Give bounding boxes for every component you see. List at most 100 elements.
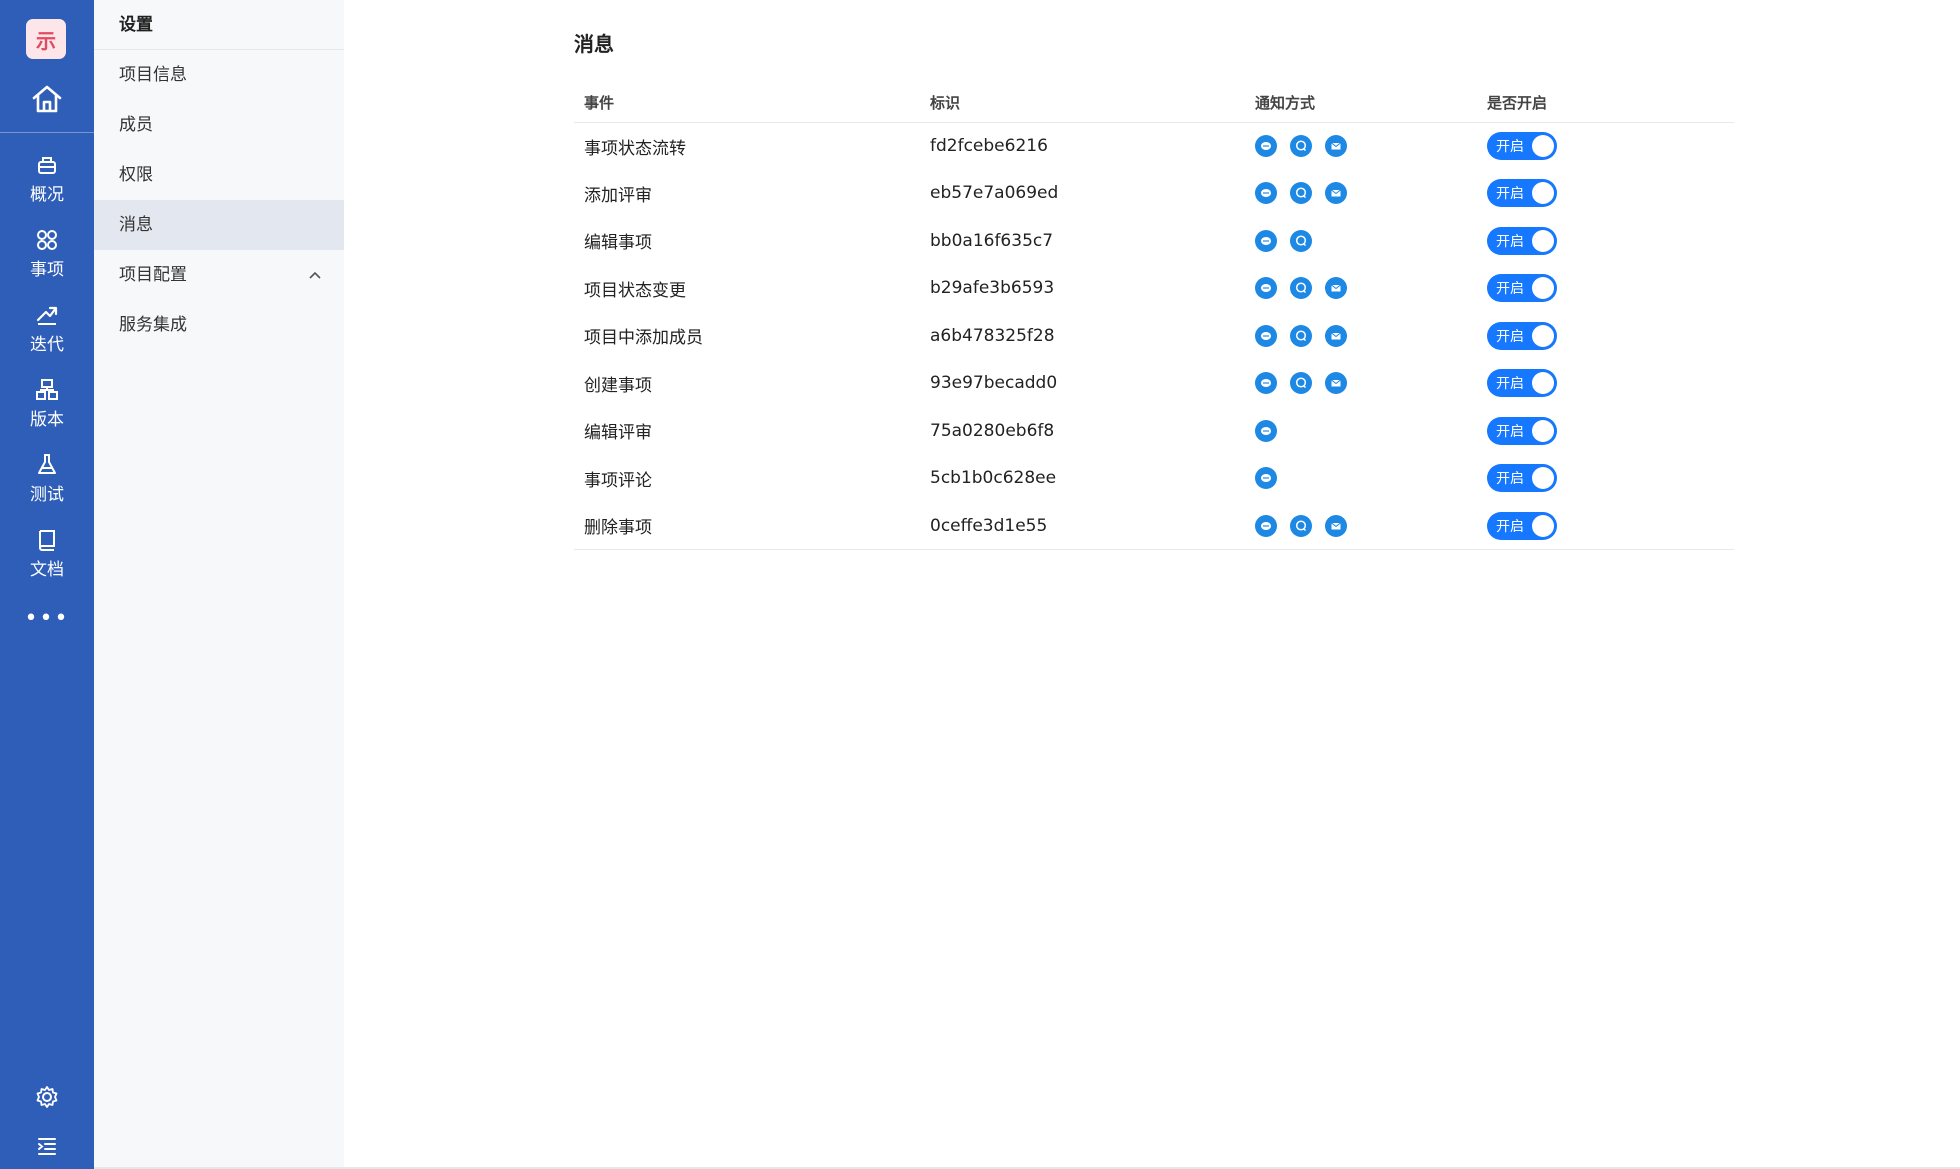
chat-icon[interactable] [1290,277,1312,300]
rail-item-docs[interactable]: 文档 [0,523,94,589]
email-icon[interactable] [1325,135,1347,157]
toggle-label: 开启 [1496,186,1524,203]
version-icon [34,377,60,403]
home-icon[interactable] [28,80,66,118]
test-icon [34,452,60,478]
enabled-cell: 开启 [1477,265,1734,313]
sidebar-item-messages[interactable]: 消息 [94,200,344,250]
enabled-cell: 开启 [1477,407,1734,455]
enable-toggle[interactable]: 开启 [1487,464,1557,493]
message-icon[interactable] [1255,229,1277,252]
event-id: b29afe3b6593 [930,278,1055,299]
gear-icon[interactable] [33,1083,61,1111]
rail-label: 测试 [30,485,64,505]
sidebar-item-label: 成员 [119,115,153,135]
enabled-cell: 开启 [1477,312,1734,360]
notify-channels [1245,170,1477,218]
chat-icon[interactable] [1290,514,1312,537]
enable-toggle[interactable]: 开启 [1487,369,1557,398]
table-row: 编辑事项 bb0a16f635c7 开启 [574,217,1734,265]
event-name: 创建事项 [584,375,652,396]
project-logo[interactable]: 示 [26,19,66,59]
column-header-id: 标识 [920,84,1245,123]
sidebar-item-members[interactable]: 成员 [94,100,344,150]
message-icon[interactable] [1255,324,1277,347]
toggle-knob [1532,229,1554,252]
message-events-table: 事件 标识 通知方式 是否开启 事项状态流转 fd2fcebe6216 开启 添加评审… [574,84,1734,550]
email-icon[interactable] [1325,277,1347,300]
rail-item-test[interactable]: 测试 [0,448,94,514]
notify-channels [1245,217,1477,265]
enable-toggle[interactable]: 开启 [1487,226,1557,255]
toggle-knob [1532,324,1554,347]
chat-icon[interactable] [1290,229,1312,252]
event-name: 编辑事项 [584,233,652,254]
rail-label: 迭代 [30,335,64,355]
chat-icon[interactable] [1290,135,1312,157]
rail-label: 事项 [30,260,64,280]
sidebar-item-label: 项目配置 [119,265,187,285]
sidebar-item-project-config[interactable]: 项目配置 [94,250,344,300]
event-name: 项目状态变更 [584,280,686,301]
event-name: 事项评论 [584,470,652,491]
column-header-notify: 通知方式 [1245,84,1477,123]
sidebar-item-permissions[interactable]: 权限 [94,150,344,200]
event-id: eb57e7a069ed [930,183,1059,204]
event-name: 事项状态流转 [584,138,686,159]
sidebar-item-label: 权限 [119,165,153,185]
rail-item-version[interactable]: 版本 [0,373,94,439]
event-name: 删除事项 [574,502,920,550]
rail-item-workitems[interactable]: 事项 [0,223,94,289]
chat-icon[interactable] [1290,324,1312,347]
toggle-label: 开启 [1496,376,1524,393]
sidebar-item-project-info[interactable]: 项目信息 [94,50,344,100]
notify-channels [1245,407,1477,455]
chevron-up-icon[interactable] [308,250,322,300]
message-icon[interactable] [1255,135,1277,157]
enable-toggle[interactable]: 开启 [1487,132,1557,160]
toggle-label: 开启 [1496,328,1524,345]
message-icon[interactable] [1255,419,1277,442]
table-row: 项目中添加成员 a6b478325f28 开启 [574,312,1734,360]
event-name: 编辑评审 [584,423,652,444]
message-icon[interactable] [1255,372,1277,395]
event-id: bb0a16f635c7 [930,230,1054,251]
toggle-knob [1532,467,1554,490]
table-row: 事项状态流转 fd2fcebe6216 开启 [574,122,1734,170]
table-header-row: 事件 标识 通知方式 是否开启 [574,84,1734,123]
workitem-icon [34,227,60,253]
event-id: 93e97becadd0 [930,373,1058,394]
message-icon[interactable] [1255,514,1277,537]
enable-toggle[interactable]: 开启 [1487,511,1557,540]
enable-toggle[interactable]: 开启 [1487,179,1557,208]
column-header-enabled: 是否开启 [1477,84,1734,123]
enable-toggle[interactable]: 开启 [1487,274,1557,303]
email-icon[interactable] [1325,182,1347,205]
email-icon[interactable] [1325,372,1347,395]
message-icon[interactable] [1255,277,1277,300]
toggle-label: 开启 [1496,518,1524,535]
enabled-cell: 开启 [1477,217,1734,265]
enable-toggle[interactable]: 开启 [1487,321,1557,350]
enable-toggle[interactable]: 开启 [1487,416,1557,445]
column-header-event: 事件 [574,84,920,123]
message-icon[interactable] [1255,182,1277,205]
toggle-label: 开启 [1496,233,1524,250]
email-icon[interactable] [1325,324,1347,347]
overview-icon [34,152,60,178]
sidebar-item-label: 服务集成 [119,315,187,335]
more-icon[interactable]: ••• [0,605,94,633]
table-row: 创建事项 93e97becadd0 开启 [574,360,1734,408]
chat-icon[interactable] [1290,182,1312,205]
event-id: 75a0280eb6f8 [930,420,1055,441]
notify-channels [1245,502,1477,550]
chat-icon[interactable] [1290,372,1312,395]
notify-channels [1245,455,1477,503]
message-icon[interactable] [1255,467,1277,490]
rail-item-sprint[interactable]: 迭代 [0,298,94,364]
expand-menu-icon[interactable] [33,1132,61,1160]
email-icon[interactable] [1325,514,1347,537]
rail-item-overview[interactable]: 概况 [0,148,94,214]
sidebar-item-integrations[interactable]: 服务集成 [94,300,344,350]
toggle-knob [1532,277,1554,300]
